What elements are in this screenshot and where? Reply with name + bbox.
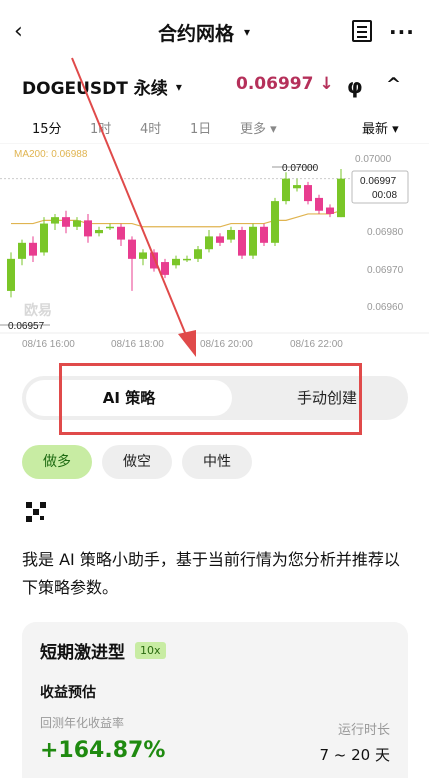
runtime-label: 运行时长 bbox=[337, 723, 390, 738]
annual-return-value: +164.87% bbox=[40, 738, 166, 763]
card-title-row: 短期激进型 10x bbox=[40, 638, 166, 663]
annual-return-label: 回测年化收益率 bbox=[40, 716, 125, 730]
strategy-card[interactable]: 短期激进型 10x 收益预估 回测年化收益率 运行时长 +164.87% 7 ~… bbox=[22, 622, 408, 778]
assistant-message: 我是 AI 策略小助手，基于当前行情为您分析并推荐以下策略参数。 bbox=[22, 550, 400, 597]
estimate-label: 收益预估 bbox=[40, 685, 96, 701]
runtime-value: 7 ~ 20 天 bbox=[319, 746, 390, 764]
pill-short[interactable]: 做空 bbox=[102, 445, 172, 479]
ai-bot-icon bbox=[26, 502, 46, 522]
pill-neutral[interactable]: 中性 bbox=[182, 445, 252, 479]
pill-long[interactable]: 做多 bbox=[22, 445, 92, 479]
leverage-badge: 10x bbox=[135, 642, 166, 659]
arrow-head bbox=[178, 330, 196, 357]
card-title: 短期激进型 bbox=[40, 643, 125, 663]
arrow-line bbox=[71, 57, 189, 341]
direction-pills: 做多 做空 中性 bbox=[22, 445, 252, 479]
